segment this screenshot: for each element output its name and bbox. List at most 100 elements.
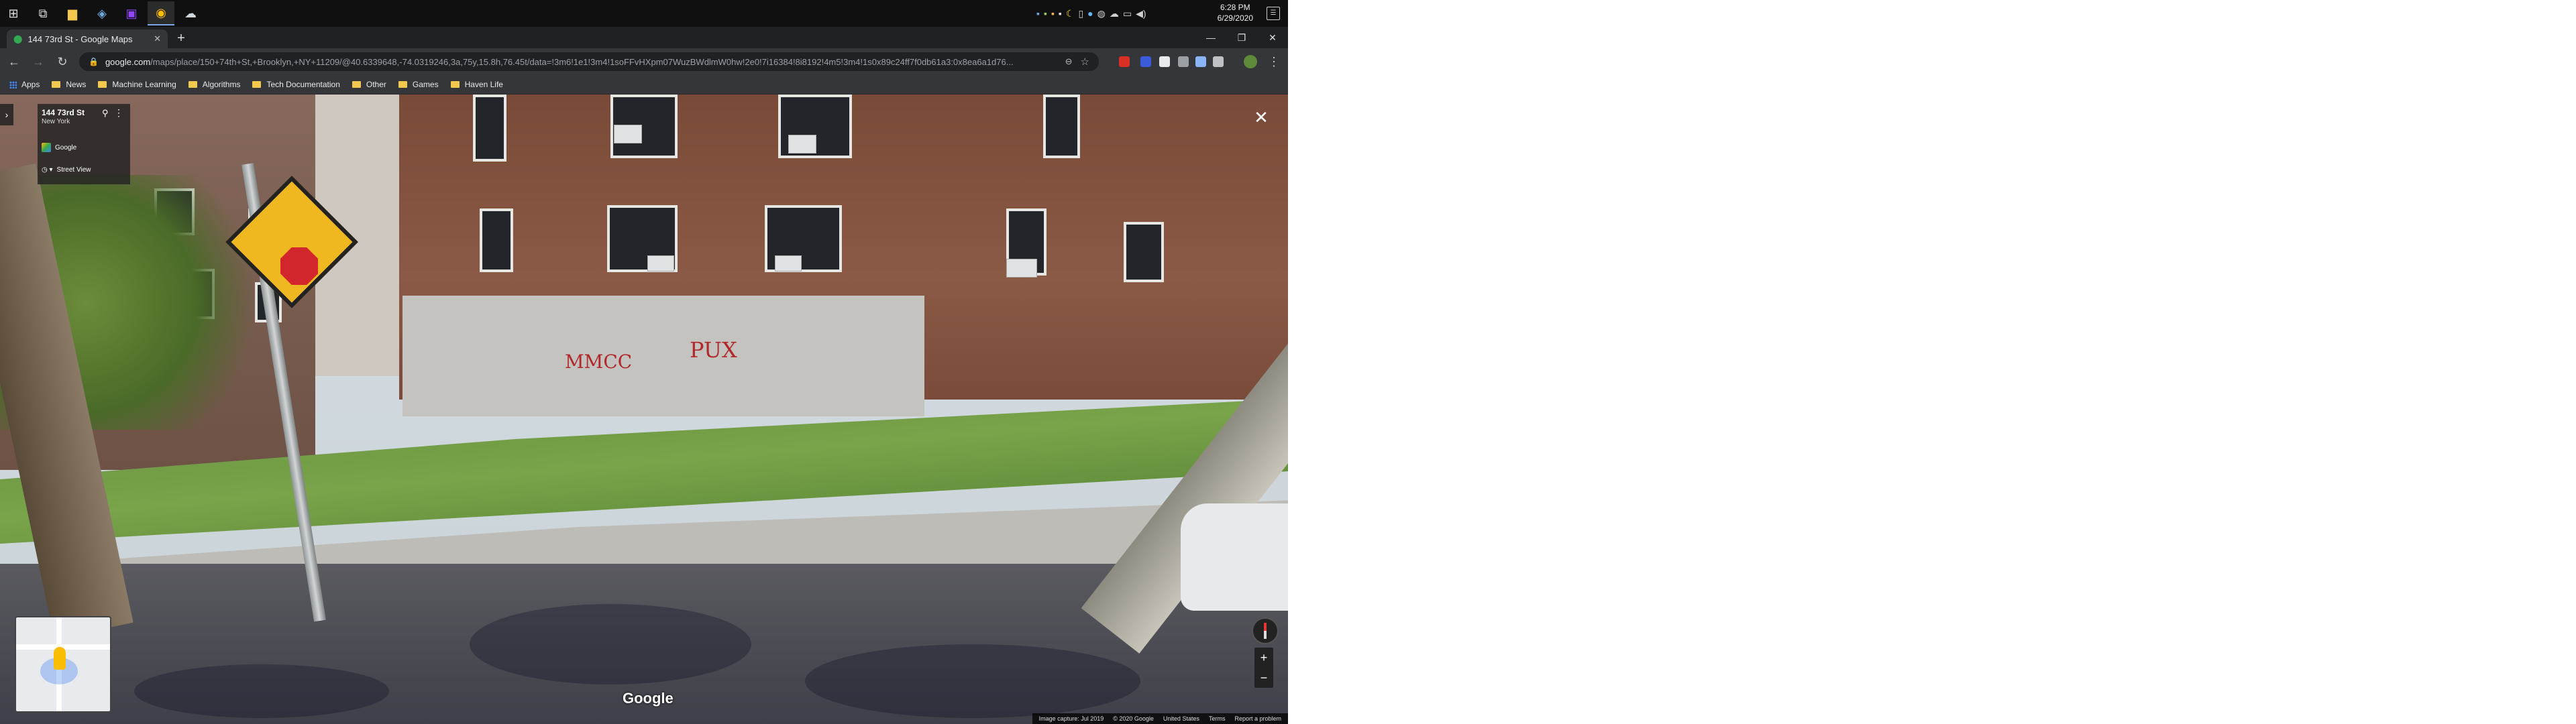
battery-icon[interactable]: ▯ bbox=[1078, 8, 1083, 19]
extension-icon[interactable] bbox=[1140, 56, 1151, 67]
place-subtitle: New York bbox=[42, 118, 70, 125]
bookmark-folder-tech-documentation[interactable]: Tech Documentation bbox=[252, 80, 340, 89]
bookmark-folder-machine-learning[interactable]: Machine Learning bbox=[98, 80, 176, 89]
tree-shadow bbox=[805, 644, 1140, 718]
copyright-text: © 2020 Google bbox=[1113, 715, 1154, 722]
graffiti-text: PUX bbox=[690, 337, 737, 363]
twitch-icon[interactable]: ▣ bbox=[118, 1, 145, 25]
chrome-tab-strip: ⬤ 144 73rd St - Google Maps ✕ + — ❐ ✕ bbox=[0, 27, 1288, 48]
tab-google-maps[interactable]: ⬤ 144 73rd St - Google Maps ✕ bbox=[7, 29, 168, 48]
tree-shadow bbox=[470, 604, 751, 684]
bookmark-label: Haven Life bbox=[464, 80, 503, 89]
address-bar[interactable]: 🔒 google.com/maps/place/150+74th+St,+Bro… bbox=[79, 52, 1099, 71]
forward-button[interactable]: → bbox=[30, 54, 47, 70]
close-tab-icon[interactable]: ✕ bbox=[154, 34, 161, 44]
google-extension-icon[interactable] bbox=[1159, 56, 1170, 67]
bookmark-folder-news[interactable]: News bbox=[52, 80, 86, 89]
url-path: /maps/place/150+74th+St,+Brooklyn,+NY+11… bbox=[150, 56, 1014, 67]
tray-app-icon[interactable]: ● bbox=[1087, 8, 1093, 19]
graffiti-text: MMCC bbox=[565, 351, 633, 373]
lock-icon[interactable]: 🔒 bbox=[89, 57, 99, 66]
onedrive-icon[interactable]: ☁ bbox=[1110, 8, 1119, 19]
file-explorer-icon[interactable]: ▆ bbox=[59, 1, 86, 25]
bookmark-star-icon[interactable]: ☆ bbox=[1081, 56, 1089, 68]
air-conditioner bbox=[614, 125, 642, 143]
pegman-icon[interactable] bbox=[54, 647, 66, 670]
region-link[interactable]: United States bbox=[1163, 715, 1199, 722]
extensions-puzzle-icon[interactable] bbox=[1213, 56, 1224, 67]
back-button[interactable]: ← bbox=[5, 54, 23, 70]
building-window bbox=[473, 95, 506, 162]
pin-icon[interactable]: ⚲ bbox=[102, 108, 109, 119]
provider-label: Google bbox=[55, 143, 77, 152]
street-view-panorama[interactable]: MMCC PUX › 144 73rd St New York ⚲ ⋮ Goog… bbox=[0, 95, 1288, 724]
report-problem-link[interactable]: Report a problem bbox=[1234, 715, 1281, 722]
bookmark-label: Apps bbox=[21, 80, 40, 89]
chrome-toolbar: ← → ↻ 🔒 google.com/maps/place/150+74th+S… bbox=[0, 48, 1288, 75]
bookmark-folder-other[interactable]: Other bbox=[352, 80, 386, 89]
google-watermark: Google bbox=[623, 690, 674, 707]
steam-icon[interactable]: ◍ bbox=[1097, 8, 1106, 19]
extension-icon[interactable] bbox=[1195, 56, 1206, 67]
system-tray: ▪ ▪ ▪ ▪ ☾ ▯ ● ◍ ☁ ▭ ◀) bbox=[1036, 5, 1146, 21]
bookmark-folder-games[interactable]: Games bbox=[398, 80, 439, 89]
air-conditioner bbox=[775, 255, 802, 272]
windows-start-icon[interactable]: ⊞ bbox=[0, 1, 27, 25]
zoom-control: + − bbox=[1254, 648, 1273, 688]
tray-app-icon[interactable]: ▪ bbox=[1051, 8, 1055, 19]
notification-icon[interactable]: ☰ bbox=[1267, 7, 1280, 20]
taskbar-clock[interactable]: 6:28 PM 6/29/2020 bbox=[1218, 2, 1253, 23]
tray-app-icon[interactable]: ▪ bbox=[1036, 8, 1040, 19]
chrome-icon[interactable]: ◉ bbox=[148, 1, 174, 25]
zoom-in-button[interactable]: + bbox=[1254, 648, 1273, 668]
compass-icon[interactable] bbox=[1252, 617, 1279, 644]
air-conditioner bbox=[788, 135, 816, 154]
clock-date: 6/29/2020 bbox=[1217, 13, 1253, 23]
bookmark-label: Tech Documentation bbox=[266, 80, 340, 89]
street-view-date-selector[interactable]: ◷ ▾ Street View bbox=[42, 166, 91, 174]
apps-grid-icon bbox=[9, 80, 17, 88]
bookmark-folder-haven-life[interactable]: Haven Life bbox=[450, 80, 503, 89]
tray-app-icon[interactable]: ▪ bbox=[1059, 8, 1062, 19]
more-options-icon[interactable]: ⋮ bbox=[114, 107, 123, 119]
place-title[interactable]: 144 73rd St bbox=[42, 108, 85, 117]
restore-button[interactable]: ❐ bbox=[1226, 27, 1257, 48]
provider-row: Google bbox=[42, 143, 76, 152]
tab-title: 144 73rd St - Google Maps bbox=[28, 34, 133, 44]
map-footer: Image capture: Jul 2019 © 2020 Google Un… bbox=[1032, 713, 1288, 724]
zoom-out-button[interactable]: − bbox=[1254, 668, 1273, 688]
building-window bbox=[1124, 222, 1164, 282]
network-icon[interactable]: ▭ bbox=[1123, 8, 1132, 19]
cloud-app-icon[interactable]: ☁ bbox=[177, 1, 204, 25]
bookmarks-bar: Apps News Machine Learning Algorithms Te… bbox=[0, 75, 1288, 95]
reload-button[interactable]: ↻ bbox=[54, 54, 71, 70]
bookmark-label: Machine Learning bbox=[112, 80, 176, 89]
bookmark-apps[interactable]: Apps bbox=[9, 80, 40, 89]
bookmark-label: News bbox=[66, 80, 87, 89]
extension-icon[interactable] bbox=[1178, 56, 1189, 67]
air-conditioner bbox=[647, 255, 674, 272]
close-street-view-button[interactable]: ✕ bbox=[1252, 108, 1271, 127]
close-window-button[interactable]: ✕ bbox=[1257, 27, 1288, 48]
minimize-button[interactable]: — bbox=[1195, 27, 1226, 48]
building-window bbox=[480, 208, 513, 272]
avatar[interactable] bbox=[1244, 55, 1257, 68]
moon-icon[interactable]: ☾ bbox=[1066, 8, 1075, 19]
terms-link[interactable]: Terms bbox=[1209, 715, 1226, 722]
terminal-icon[interactable]: ◈ bbox=[89, 1, 115, 25]
minimap[interactable] bbox=[15, 616, 111, 713]
extension-icon[interactable] bbox=[1119, 56, 1130, 67]
task-view-icon[interactable]: ⧉ bbox=[30, 1, 56, 25]
screen: ⊞ ⧉ ▆ ◈ ▣ ◉ ☁ ▪ ▪ ▪ ▪ ☾ ▯ ● ◍ ☁ ▭ ◀) 6:2… bbox=[0, 0, 1288, 724]
volume-icon[interactable]: ◀) bbox=[1136, 8, 1146, 19]
folder-icon bbox=[98, 81, 107, 88]
folder-icon bbox=[450, 81, 460, 88]
bookmark-label: Other bbox=[366, 80, 386, 89]
folder-icon bbox=[52, 81, 61, 88]
bookmark-folder-algorithms[interactable]: Algorithms bbox=[188, 80, 240, 89]
new-tab-button[interactable]: + bbox=[173, 31, 189, 47]
chrome-menu-icon[interactable]: ⋮ bbox=[1265, 54, 1283, 70]
zoom-icon[interactable]: ⊖ bbox=[1065, 56, 1073, 67]
tray-app-icon[interactable]: ▪ bbox=[1044, 8, 1047, 19]
expand-sidebar-button[interactable]: › bbox=[0, 104, 13, 125]
